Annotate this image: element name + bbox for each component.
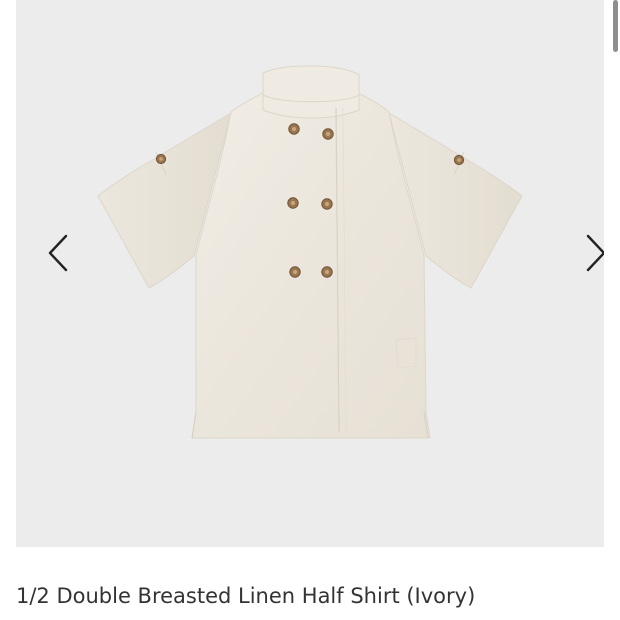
next-image-button[interactable] <box>576 230 604 276</box>
collar <box>262 65 360 119</box>
chevron-left-icon <box>48 234 68 272</box>
previous-image-button[interactable] <box>38 230 78 276</box>
chevron-right-icon <box>586 234 604 272</box>
shirt-body <box>191 91 431 439</box>
product-title: 1/2 Double Breasted Linen Half Shirt (Iv… <box>16 584 476 608</box>
product-page: 1/2 Double Breasted Linen Half Shirt (Iv… <box>0 0 620 620</box>
product-image-gallery[interactable] <box>16 0 604 547</box>
product-image <box>97 65 523 439</box>
scroll-indicator[interactable] <box>613 0 618 52</box>
